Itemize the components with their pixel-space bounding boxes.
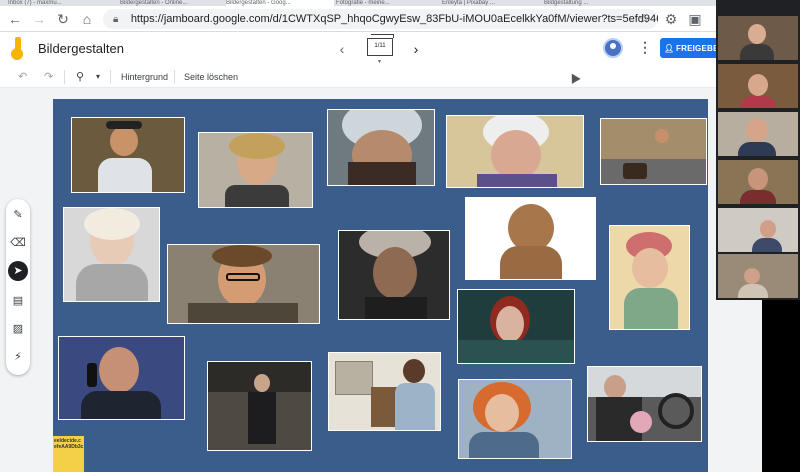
photo-frost-face[interactable] [327, 109, 435, 186]
photo-smoking-woman[interactable] [338, 230, 450, 320]
sticky-note[interactable]: eeldecide.c efeAA9Db3c [53, 436, 84, 472]
back-icon[interactable]: ← [6, 10, 24, 28]
video-call-sidebar [716, 0, 800, 300]
account-avatar[interactable] [603, 38, 623, 58]
extension-icon[interactable]: ▣ [686, 10, 704, 28]
undo-icon[interactable]: ↶ [18, 69, 27, 85]
participant-video[interactable] [718, 208, 798, 252]
browser-toolbar: ← → ↻ ⌂ 🔒︎ https://jamboard.google.com/d… [0, 6, 800, 32]
select-icon[interactable]: ➤ [8, 261, 28, 281]
frame-indicator[interactable]: 1/11 [367, 34, 394, 56]
participant-video[interactable] [718, 160, 798, 204]
home-icon[interactable]: ⌂ [78, 10, 96, 28]
pen-icon[interactable]: ✎ [10, 207, 26, 223]
photo-woman-curlers[interactable] [609, 225, 690, 330]
photo-driver-baby[interactable] [587, 366, 702, 442]
zoom-icon[interactable]: ⚲ [76, 69, 84, 85]
photo-alf[interactable] [465, 197, 596, 280]
forward-icon[interactable]: → [30, 10, 48, 28]
photo-man-hat[interactable] [207, 361, 312, 451]
photo-woman-scarf[interactable] [63, 207, 160, 302]
photo-curly-red-hair[interactable] [458, 379, 572, 459]
share-button[interactable]: 👤︎ FREIGEBEN [660, 38, 724, 58]
divider [174, 70, 175, 84]
zoom-dropdown[interactable]: ▾ [96, 69, 100, 85]
participant-video[interactable] [718, 112, 798, 156]
url-text: https://jamboard.google.com/d/1CWTXqSP_h… [130, 13, 658, 25]
participant-video[interactable] [718, 16, 798, 60]
canvas-area: ✎ ⌫ ➤ ▤ ▨ ⚡︎ [0, 89, 762, 472]
photo-woman-books[interactable] [328, 352, 441, 431]
chevron-down-icon[interactable]: ▼ [377, 59, 382, 65]
divider [64, 70, 65, 84]
address-bar[interactable]: 🔒︎ https://jamboard.google.com/d/1CWTXqS… [103, 9, 658, 29]
person-add-icon: 👤︎ [664, 44, 675, 53]
previous-frame-icon[interactable]: ‹ [335, 40, 349, 58]
photo-man-glasses[interactable] [167, 244, 320, 324]
document-title[interactable]: Bildergestalten [38, 41, 124, 56]
star-icon[interactable]: ☆ [638, 11, 650, 27]
jam-board[interactable] [53, 99, 708, 472]
extension-icon[interactable]: ⚙ [662, 10, 680, 28]
tool-palette: ✎ ⌫ ➤ ▤ ▨ ⚡︎ [6, 199, 30, 375]
lock-icon: 🔒︎ [113, 14, 119, 25]
clear-frame-button[interactable]: Seite löschen [184, 69, 238, 85]
redo-icon[interactable]: ↷ [44, 69, 53, 85]
laser-icon[interactable]: ⚡︎ [10, 349, 26, 365]
participant-video[interactable] [718, 64, 798, 108]
photo-redhead-mirror[interactable] [457, 289, 575, 364]
screen-border [762, 300, 800, 472]
photo-grandma-glasses[interactable] [446, 115, 584, 188]
participant-video[interactable] [718, 254, 798, 298]
divider [110, 70, 111, 84]
photo-man-phone[interactable] [58, 336, 185, 420]
eraser-icon[interactable]: ⌫ [10, 235, 26, 251]
next-frame-icon[interactable]: › [409, 40, 423, 58]
app-header: Bildergestalten ‹ 1/11 ▼ › ⋮ 👤︎ FREIGEBE… [0, 32, 724, 66]
photo-captain[interactable] [71, 117, 185, 193]
jam-toolbar: ↶ ↷ ⚲ ▾ Hintergrund Seite löschen [0, 66, 720, 88]
frame-pager: ‹ 1/11 ▼ › [335, 34, 430, 65]
image-icon[interactable]: ▨ [10, 321, 26, 337]
more-options-icon[interactable]: ⋮ [638, 39, 652, 56]
jamboard-logo [11, 37, 25, 60]
reload-icon[interactable]: ↻ [54, 10, 72, 28]
background-button[interactable]: Hintergrund [121, 69, 168, 85]
photo-road-suitcase[interactable] [600, 118, 707, 185]
photo-blond-boy[interactable] [198, 132, 313, 208]
sticky-note-icon[interactable]: ▤ [10, 293, 26, 309]
